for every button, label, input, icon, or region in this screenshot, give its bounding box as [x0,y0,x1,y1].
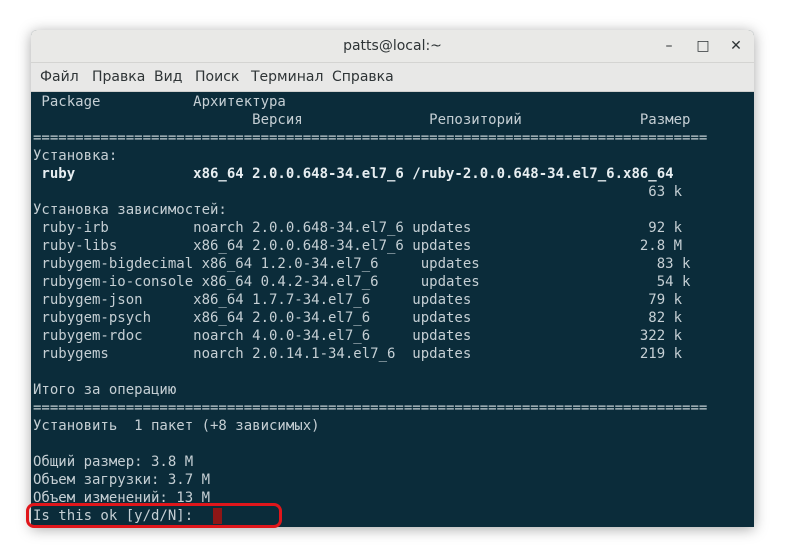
package-row: rubygem-rdoc noarch 4.0.0-34.el7_6 updat… [33,328,683,344]
menu-search[interactable]: Поиск [195,63,239,91]
package-row: ruby-irb noarch 2.0.0.648-34.el7_6 updat… [33,220,683,236]
section-dependencies: Установка зависимостей: [33,202,227,218]
package-row: rubygem-psych x86_64 2.0.0-34.el7_6 upda… [33,310,683,326]
menu-help[interactable]: Справка [332,63,394,91]
window-title: patts@local:~ [343,38,442,54]
package-row: rubygem-json x86_64 1.7.7-34.el7_6 updat… [33,292,683,308]
total-size: Общий размер: 3.8 M [33,454,194,470]
terminal-window: patts@local:~ – □ ✕ Файл Правка Вид Поис… [31,30,754,527]
package-row: rubygem-bigdecimal x86_64 1.2.0-34.el7_6… [33,256,691,272]
title-bar[interactable]: patts@local:~ – □ ✕ [31,30,754,63]
package-row-ruby-size: 63 k [33,184,683,200]
minimize-icon[interactable]: – [658,36,680,56]
header-row-1: Package Архитектура [33,94,286,110]
menu-terminal[interactable]: Терминал [251,63,323,91]
menu-bar: Файл Правка Вид Поиск Терминал Справка [31,63,754,92]
menu-edit[interactable]: Правка [92,63,145,91]
section-summary: Итого за операцию [33,382,177,398]
package-row: ruby-libs x86_64 2.0.0.648-34.el7_6 upda… [33,238,683,254]
header-row-2: Версия Репозиторий Размер [33,112,691,128]
terminal-output[interactable]: Package Архитектура Версия Репозиторий Р… [31,92,754,527]
prompt-highlight [26,503,282,528]
menu-file[interactable]: Файл [40,63,79,91]
close-icon[interactable]: ✕ [725,36,747,56]
maximize-icon[interactable]: □ [692,36,714,56]
package-row: rubygems noarch 2.0.14.1-34.el7_6 update… [33,346,683,362]
menu-view[interactable]: Вид [154,63,182,91]
separator-line: ========================================… [33,400,708,416]
install-count: Установить 1 пакет (+8 зависимых) [33,418,320,434]
separator-line: ========================================… [33,130,708,146]
package-row: rubygem-io-console x86_64 0.4.2-34.el7_6… [33,274,691,290]
section-install: Установка: [33,148,118,164]
package-row-ruby: ruby x86_64 2.0.0.648-34.el7_6 /ruby-2.0… [33,166,674,182]
download-size: Объем загрузки: 3.7 M [33,472,211,488]
